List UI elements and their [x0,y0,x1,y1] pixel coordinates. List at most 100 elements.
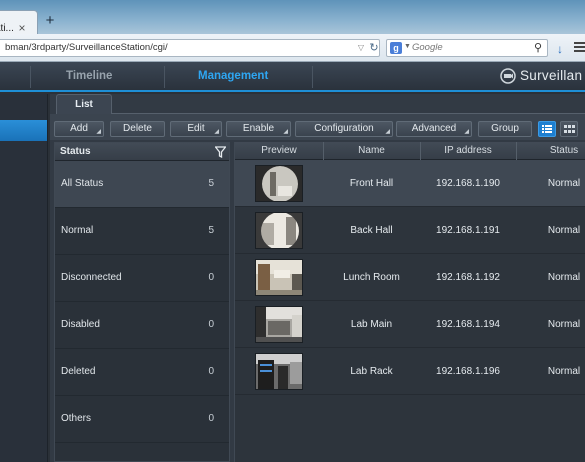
column-header-preview[interactable]: Preview [235,145,323,156]
camera-ip: 192.168.1.196 [436,366,500,377]
search-icon[interactable]: ⚲ [531,41,545,55]
left-sidebar [0,94,48,462]
status-item-all[interactable]: All Status 5 [55,161,229,208]
status-item-deleted[interactable]: Deleted 0 [55,349,229,396]
search-engine-icon[interactable]: g [390,42,402,54]
group-button-label: Group [491,123,519,134]
status-item-others[interactable]: Others 0 [55,396,229,443]
tab-list[interactable]: List [56,94,112,114]
camera-name: Back Hall [350,225,393,236]
dropdown-caret-icon: ◢ [464,129,469,135]
status-item-label: Deleted [61,366,96,377]
camera-preview-thumbnail[interactable] [255,306,303,343]
status-item-disabled[interactable]: Disabled 0 [55,302,229,349]
edit-button[interactable]: Edit ◢ [170,121,222,137]
browser-tab-title: ati... [0,23,14,34]
status-item-label: Normal [61,225,94,236]
status-panel-title: Status [60,146,91,157]
add-button-label: Add [70,123,88,134]
main-content: List Add ◢ Delete Edit ◢ Enable ◢ Configura… [50,94,585,462]
delete-button[interactable]: Delete [110,121,165,137]
camera-ip: 192.168.1.194 [436,319,500,330]
table-header: Preview Name IP address Status [235,142,585,160]
status-item-count: 0 [208,319,214,330]
dropdown-caret-icon: ◢ [385,129,390,135]
status-item-count: 0 [208,272,214,283]
status-item-count: 0 [208,366,214,377]
url-input[interactable]: bman/3rdparty/SurveillanceStation/cgi/ [0,39,380,57]
camera-preview-thumbnail[interactable] [255,212,303,249]
filter-icon[interactable] [214,146,227,159]
browser-menu-icon[interactable] [574,42,585,54]
browser-toolbar: bman/3rdparty/SurveillanceStation/cgi/ ▽… [0,34,585,62]
enable-button[interactable]: Enable ◢ [226,121,291,137]
advanced-button-label: Advanced [411,123,457,134]
configuration-button[interactable]: Configuration ◢ [295,121,393,137]
table-row[interactable]: Lab Rack 192.168.1.196 Normal [235,348,585,395]
camera-preview-thumbnail[interactable] [255,353,303,390]
camera-status: Normal [547,319,581,330]
table-row[interactable]: Lab Main 192.168.1.194 Normal [235,301,585,348]
status-item-normal[interactable]: Normal 5 [55,208,229,255]
status-panel-header: Status [55,143,229,161]
reload-icon[interactable]: ↻ [368,42,380,54]
camera-preview-thumbnail[interactable] [255,259,303,296]
status-item-disconnected[interactable]: Disconnected 0 [55,255,229,302]
search-box[interactable]: g ▼ Google ⚲ [386,39,548,57]
column-header-status[interactable]: Status [516,145,585,156]
column-header-ip[interactable]: IP address [420,145,516,156]
dropdown-caret-icon: ◢ [214,129,219,135]
camera-name: Lunch Room [343,272,400,283]
status-item-count: 0 [208,413,214,424]
action-toolbar: Add ◢ Delete Edit ◢ Enable ◢ Configuration ◢… [50,114,585,140]
browser-tabstrip: ati... × + [0,0,585,34]
status-item-label: All Status [61,178,104,189]
nav-divider [312,66,313,88]
camera-status: Normal [547,178,581,189]
status-item-count: 5 [208,225,214,236]
app-logo-text: Surveillan [520,68,583,83]
status-item-label: Others [61,413,92,424]
new-tab-button[interactable]: + [42,13,58,30]
camera-status: Normal [547,366,581,377]
sidebar-item-selected[interactable] [0,120,47,141]
camera-name: Front Hall [349,178,394,189]
browser-tab[interactable]: ati... × [0,10,38,34]
configuration-button-label: Configuration [314,123,374,134]
table-row[interactable]: Lunch Room 192.168.1.192 Normal [235,254,585,301]
status-item-label: Disconnected [61,272,122,283]
search-placeholder: Google [412,42,443,53]
camera-status: Normal [547,272,581,283]
dropdown-caret-icon: ◢ [96,129,101,135]
status-item-label: Disabled [61,319,100,330]
grid-view-icon[interactable] [560,121,578,137]
camera-status: Normal [547,225,581,236]
table-row[interactable]: Back Hall 192.168.1.191 Normal [235,207,585,254]
status-item-count: 5 [208,178,214,189]
nav-divider [30,66,31,88]
camera-ip: 192.168.1.191 [436,225,500,236]
camera-ip: 192.168.1.192 [436,272,500,283]
dropdown-caret-icon: ◢ [283,129,288,135]
advanced-button[interactable]: Advanced ◢ [396,121,472,137]
camera-name: Lab Main [350,319,393,330]
url-history-dropdown-icon[interactable]: ▽ [355,43,367,53]
search-engine-caret-icon[interactable]: ▼ [404,43,411,50]
enable-button-label: Enable [242,123,275,134]
camera-name: Lab Rack [350,366,393,377]
camera-logo-icon [500,68,516,84]
nav-tab-timeline[interactable]: Timeline [66,70,112,82]
table-row[interactable]: Front Hall 192.168.1.190 Normal [235,160,585,207]
list-view-icon[interactable] [538,121,556,137]
nav-tab-management[interactable]: Management [198,70,268,82]
group-button[interactable]: Group [478,121,532,137]
camera-preview-thumbnail[interactable] [255,165,303,202]
app-top-nav: Timeline Management Surveillan [0,62,585,92]
add-button[interactable]: Add ◢ [54,121,104,137]
nav-divider [164,66,165,88]
camera-ip: 192.168.1.190 [436,178,500,189]
download-icon[interactable]: ↓ [553,42,567,56]
column-header-name[interactable]: Name [323,145,420,156]
status-filter-panel: Status All Status 5 Normal 5 Disconnecte… [54,142,230,462]
delete-button-label: Delete [123,123,152,134]
